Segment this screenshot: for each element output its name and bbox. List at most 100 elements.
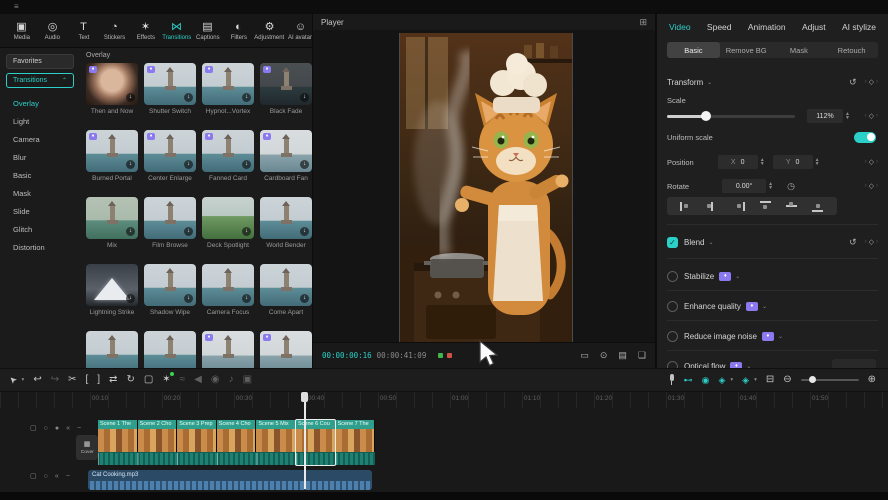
transition-item-lightning-strike[interactable]: ↓Lightning Strike [86,264,138,318]
section-checkbox[interactable] [667,331,678,342]
lock-track-icon[interactable]: ○ [44,425,48,432]
track-type-icon[interactable]: ▢ [30,472,37,480]
keyframe-diamond-icon[interactable]: ◇ [869,112,874,120]
transition-item-black-fade[interactable]: ♦↓Black Fade [260,63,312,117]
subtab-mask[interactable]: Mask [773,42,826,58]
toolbar-tab-media[interactable]: ▣Media [6,21,37,41]
timeline-zoom-out[interactable]: ⊖ [783,374,791,386]
subtab-basic[interactable]: Basic [667,42,720,58]
download-icon[interactable]: ↓ [242,93,251,102]
scale-keyframe-control[interactable]: ‹ ◇ › [865,112,878,120]
collapse-track-icon[interactable]: − [77,425,81,432]
sidebar-item-light[interactable]: Light [0,112,80,130]
transition-item-shutter-switch[interactable]: ♦↓Shutter Switch [144,63,196,117]
position-y-stepper[interactable]: ▲▼ [815,158,820,167]
portrait-button[interactable]: ◉ [211,374,220,386]
rotate-keyframe-control[interactable]: ‹ ◇ › [865,182,878,190]
subtab-retouch[interactable]: Retouch [825,42,878,58]
clip-scene-2-cho[interactable]: Scene 2 Cho [138,420,178,452]
clip-scene-4-cho[interactable]: Scene 4 Cho [217,420,257,452]
transform-section-header[interactable]: Transform ⌄ ↺ ‹ ◇ › [667,72,878,92]
reset-transform-icon[interactable]: ↺ [849,77,857,88]
zoom-slider-knob[interactable] [809,376,816,383]
focus-track-icon[interactable]: ⊙ [600,350,608,361]
download-icon[interactable]: ↓ [242,160,251,169]
download-icon[interactable]: ↓ [184,294,193,303]
uniform-scale-toggle[interactable] [854,132,876,143]
scale-value-field[interactable]: 112% [807,109,843,123]
playhead-handle[interactable] [301,392,308,402]
download-icon[interactable]: ↓ [300,93,309,102]
mute-track-icon[interactable]: « [66,425,70,432]
download-icon[interactable]: ↓ [300,227,309,236]
next-keyframe-icon[interactable]: › [876,183,878,189]
subtab-remove-bg[interactable]: Remove BG [720,42,773,58]
section-reduce-image-noise[interactable]: Reduce image noise♦⌄ [667,326,878,346]
blend-keyframe-control[interactable]: ‹ ◇ › [865,238,878,246]
next-keyframe-icon[interactable]: › [876,159,878,165]
timeline-zoom-in[interactable]: ⊕ [868,374,876,386]
transition-item-world-bender[interactable]: ↓World Bender [260,197,312,251]
cover-button[interactable]: ▦ Cover [76,435,98,460]
blend-checkbox[interactable]: ✓ [667,237,678,248]
record-voiceover-button[interactable] [669,374,675,386]
align-right-icon[interactable] [732,201,745,212]
scale-slider[interactable] [667,115,795,118]
sidebar-item-distortion[interactable]: Distortion [0,238,80,256]
download-icon[interactable]: ↓ [184,227,193,236]
crop-button[interactable]: ▢ [144,374,153,386]
next-keyframe-icon[interactable]: › [876,79,878,85]
keyframe-link-toggle[interactable]: ⊷ [684,374,693,386]
toolbar-tab-transitions[interactable]: ⋈Transitions [161,21,192,41]
split-button[interactable]: ✂ [68,374,76,386]
rotate-dial-icon[interactable]: ◷ [787,181,795,192]
transition-item-center-enlarge[interactable]: ♦↓Center Enlarge [144,130,196,184]
app-menu-icon[interactable]: ≡ [14,2,19,11]
linked-select-toggle[interactable]: ◈ [718,374,725,386]
clip-scene-3-prep[interactable]: Scene 3 Prep [177,420,217,452]
transition-item-camera-focus[interactable]: ↓Camera Focus [202,264,254,318]
rotate-stepper[interactable]: ▲▼ [768,182,773,191]
lock-track-icon[interactable]: ○ [44,473,48,480]
tab-speed[interactable]: Speed [707,22,732,32]
transition-item-unnamed[interactable] [144,331,196,368]
next-keyframe-icon[interactable]: › [876,239,878,245]
align-center-vertical-icon[interactable] [785,201,798,212]
download-icon[interactable]: ↓ [242,227,251,236]
rotate-value-field[interactable]: 0.00° [722,179,766,193]
toolbar-tab-text[interactable]: TText [68,21,99,41]
align-left-icon[interactable] [680,201,693,212]
clip-scene-7-the[interactable]: Scene 7 The [336,420,376,452]
prev-keyframe-icon[interactable]: ‹ [865,159,867,165]
chevron-down-icon[interactable]: ▾ [730,377,733,383]
keyframe-diamond-icon[interactable]: ◇ [869,158,874,166]
scale-stepper[interactable]: ▲▼ [845,112,850,121]
download-icon[interactable]: ↓ [300,294,309,303]
prev-keyframe-icon[interactable]: ‹ [865,239,867,245]
download-icon[interactable]: ↓ [184,93,193,102]
transition-item-deck-spotlight[interactable]: ↓Deck Spotlight [202,197,254,251]
tab-video[interactable]: Video [669,22,691,32]
mirror-button[interactable]: ⇄ [109,374,117,386]
blend-section-header[interactable]: ✓ Blend ⌄ ↺ ‹ ◇ › [667,232,878,252]
audio-clip[interactable]: Cat Cooking.mp3 [88,470,372,490]
download-icon[interactable]: ↓ [126,93,135,102]
tab-adjust[interactable]: Adjust [802,22,826,32]
toolbar-tab-captions[interactable]: ▤Captions [192,21,223,41]
select-tool[interactable]: ➤ [9,374,17,387]
transition-item-hypnot-vortex[interactable]: ♦↓Hypnot...Vortex [202,63,254,117]
timeline-ruler[interactable]: 00:1000:2000:3000:4000:5001:0001:1001:20… [0,392,888,408]
sidebar-item-overlay[interactable]: Overlay [0,94,80,112]
track-magnet-toggle[interactable]: ◉ [702,374,710,386]
scale-slider-knob[interactable] [701,111,711,121]
speed-curve-button[interactable]: ≈ [180,374,186,386]
next-keyframe-icon[interactable]: › [876,113,878,119]
keyframe-diamond-icon[interactable]: ◇ [869,238,874,246]
preview-axis-button[interactable]: ⊟ [766,374,774,386]
align-bottom-icon[interactable] [811,201,824,212]
section-stabilize[interactable]: Stabilize♦⌄ [667,266,878,286]
toolbar-tab-audio[interactable]: ◎Audio [37,21,68,41]
transition-item-fanned-card[interactable]: ♦↓Fanned Card [202,130,254,184]
transition-item-cardboard-fan[interactable]: ♦↓Cardboard Fan [260,130,312,184]
toolbar-tab-effects[interactable]: ✶Effects [130,21,161,41]
